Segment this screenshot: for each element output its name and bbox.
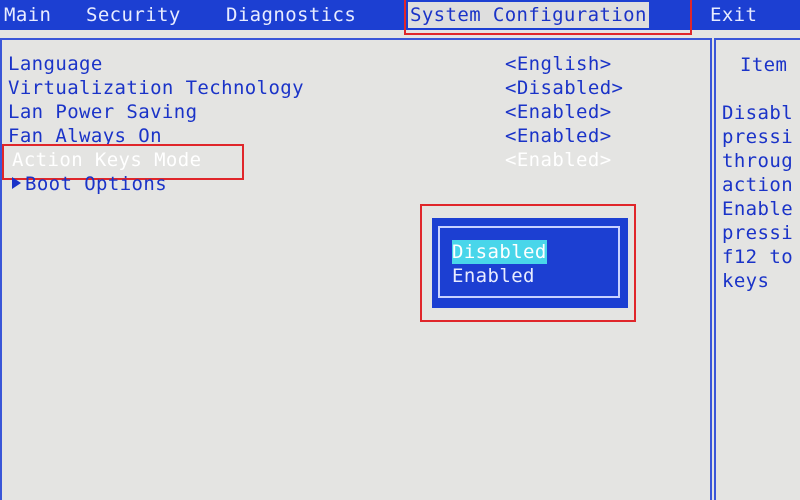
menu-security[interactable]: Security bbox=[86, 2, 181, 28]
menu-system-configuration[interactable]: System Configuration bbox=[408, 2, 649, 28]
help-title: Item bbox=[740, 54, 788, 76]
setting-action-keys-mode-value[interactable]: <Enabled> bbox=[505, 148, 612, 172]
menu-exit[interactable]: Exit bbox=[710, 2, 757, 28]
popup-option-enabled[interactable]: Enabled bbox=[452, 264, 535, 288]
menu-bar: Main Security Diagnostics System Configu… bbox=[0, 0, 800, 30]
help-line: pressi bbox=[722, 126, 794, 148]
submenu-arrow-icon bbox=[12, 177, 21, 189]
setting-boot-options-label: Boot Options bbox=[25, 173, 168, 195]
setting-action-keys-mode[interactable]: Action Keys Mode bbox=[12, 148, 201, 172]
item-help-panel: Item Disabl pressi throug action Enable … bbox=[714, 38, 800, 500]
setting-boot-options[interactable]: Boot Options bbox=[12, 172, 167, 196]
help-line: keys bbox=[722, 270, 770, 292]
setting-fan-always-on[interactable]: Fan Always On bbox=[8, 124, 162, 148]
setting-fan-always-on-value[interactable]: <Enabled> bbox=[505, 124, 612, 148]
setting-lan-power-saving-value[interactable]: <Enabled> bbox=[505, 100, 612, 124]
help-line: pressi bbox=[722, 222, 794, 244]
setting-lan-power-saving[interactable]: Lan Power Saving bbox=[8, 100, 197, 124]
setting-virtualization-technology-value[interactable]: <Disabled> bbox=[505, 76, 623, 100]
setting-language-value[interactable]: <English> bbox=[505, 52, 612, 76]
help-line: Disabl bbox=[722, 102, 794, 124]
popup-option-disabled[interactable]: Disabled bbox=[452, 240, 547, 264]
setting-language[interactable]: Language bbox=[8, 52, 103, 76]
option-popup: Disabled Enabled bbox=[432, 218, 628, 308]
help-line: Enable bbox=[722, 198, 794, 220]
menu-main[interactable]: Main bbox=[4, 2, 51, 28]
help-line: f12 to bbox=[722, 246, 794, 268]
help-line: action bbox=[722, 174, 794, 196]
menu-diagnostics[interactable]: Diagnostics bbox=[226, 2, 356, 28]
help-line: throug bbox=[722, 150, 794, 172]
setting-virtualization-technology[interactable]: Virtualization Technology bbox=[8, 76, 304, 100]
